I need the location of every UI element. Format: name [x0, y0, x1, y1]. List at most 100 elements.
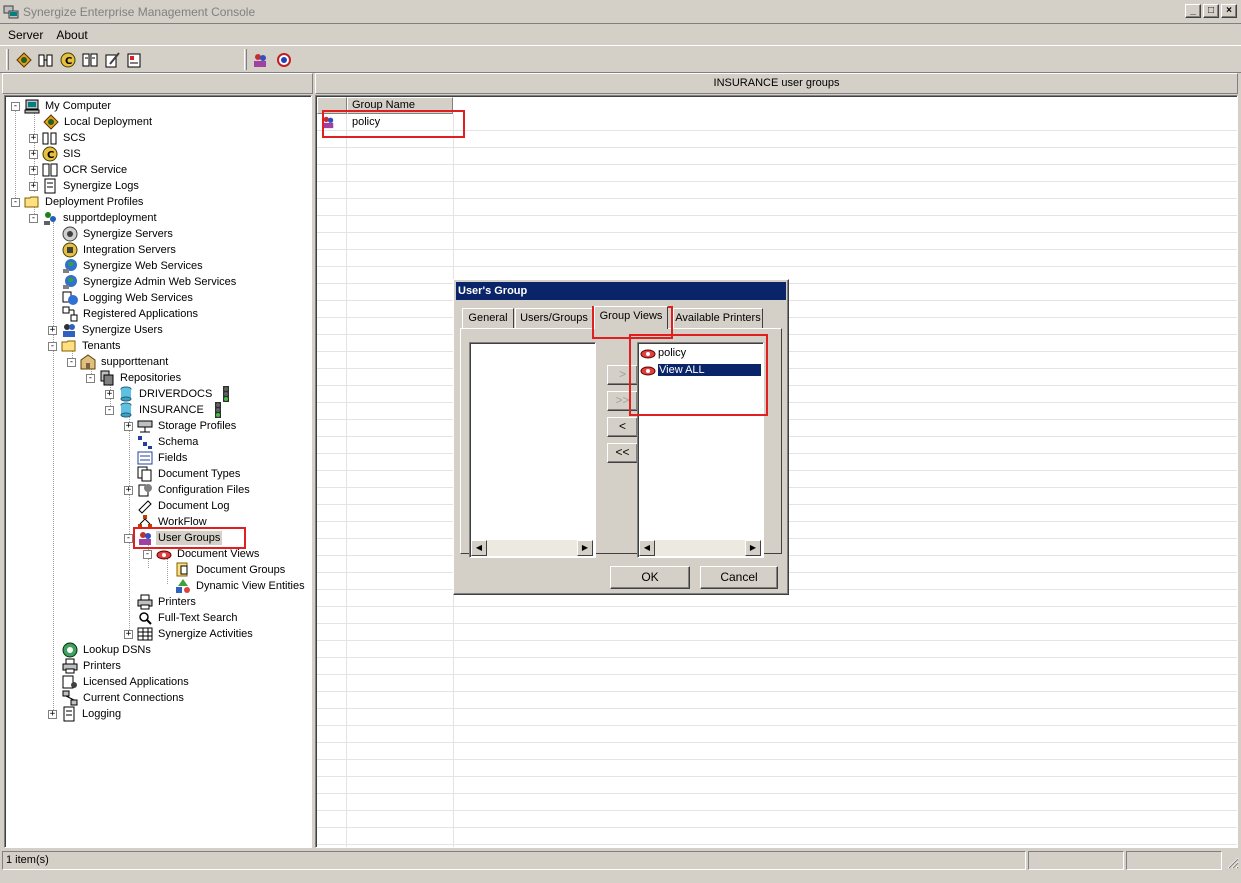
tree-item-licensed-applications[interactable]: Licensed Applications — [62, 674, 191, 690]
collapse-toggle[interactable]: - — [143, 549, 152, 559]
tree-item-integration-servers[interactable]: Integration Servers — [62, 242, 178, 258]
scroll-right-button[interactable]: ▶ — [577, 540, 593, 556]
table-row[interactable]: policy — [317, 114, 1237, 131]
tab-available-printers[interactable]: Available Printers — [673, 308, 763, 328]
tree-item-configuration-files[interactable]: + Configuration Files — [124, 482, 252, 498]
tree-item-dynamic-view-entities[interactable]: Dynamic View Entities — [175, 578, 307, 594]
ok-button[interactable]: OK — [610, 566, 690, 589]
collapse-toggle[interactable]: - — [29, 213, 38, 223]
collapse-toggle[interactable]: - — [124, 533, 133, 543]
resize-grip-icon[interactable] — [1226, 856, 1239, 869]
collapse-toggle[interactable]: - — [86, 373, 95, 383]
menu-about[interactable]: About — [48, 28, 92, 42]
expand-toggle[interactable]: + — [48, 325, 57, 335]
toolbar-grip[interactable] — [244, 49, 247, 70]
tree-item-printers-root[interactable]: Printers — [62, 658, 123, 674]
tab-general[interactable]: General — [462, 308, 514, 328]
tab-group-views[interactable]: Group Views — [594, 306, 668, 329]
tree-item-my-computer[interactable]: - My Computer — [11, 98, 113, 114]
horizontal-scrollbar[interactable]: ◀ ▶ — [471, 540, 593, 556]
collapse-toggle[interactable]: - — [105, 405, 114, 415]
group-name-column-header[interactable]: Group Name — [347, 97, 453, 114]
tree-item-tenants[interactable]: - Tenants — [48, 338, 123, 354]
tree-item-scs[interactable]: + SCS — [29, 130, 88, 146]
tree-item-driverdocs[interactable]: + DRIVERDOCS — [105, 386, 237, 402]
add-all-views-button[interactable]: >> — [607, 391, 638, 411]
tree-item-synergize-logs[interactable]: + Synergize Logs — [29, 178, 141, 194]
remove-view-button[interactable]: < — [607, 417, 638, 437]
deploy-icon[interactable] — [14, 50, 34, 70]
scroll-left-button[interactable]: ◀ — [471, 540, 487, 556]
collapse-toggle[interactable]: - — [11, 197, 20, 207]
document-groups-icon — [176, 562, 188, 577]
profiles-icon[interactable] — [124, 50, 144, 70]
tree-item-ocr-service[interactable]: + OCR Service — [29, 162, 129, 178]
list-item[interactable]: policy — [640, 345, 686, 361]
scroll-left-button[interactable]: ◀ — [639, 540, 655, 556]
expand-toggle[interactable]: + — [105, 389, 114, 399]
add-view-button[interactable]: > — [607, 365, 638, 385]
scroll-right-button[interactable]: ▶ — [745, 540, 761, 556]
expand-toggle[interactable]: + — [29, 181, 38, 191]
tree-item-synergize-admin-web-services[interactable]: Synergize Admin Web Services — [62, 274, 238, 290]
tree-item-user-groups[interactable]: - User Groups — [124, 530, 223, 546]
tree-item-insurance[interactable]: - INSURANCE — [105, 402, 229, 418]
tree-item-storage-profiles[interactable]: + Storage Profiles — [124, 418, 238, 434]
tree-item-synergize-users[interactable]: + Synergize Users — [48, 322, 165, 338]
list-item[interactable]: View ALL — [640, 362, 761, 378]
tab-users-groups[interactable]: Users/Groups — [515, 308, 593, 328]
tree-item-supportdeployment[interactable]: - supportdeployment — [29, 210, 159, 226]
tree-item-synergize-servers[interactable]: Synergize Servers — [62, 226, 175, 242]
icon-column-header[interactable] — [317, 97, 347, 114]
users-icon[interactable] — [250, 50, 270, 70]
available-views-list[interactable]: ◀ ▶ — [469, 342, 596, 558]
menu-server[interactable]: Server — [0, 28, 48, 42]
tree-item-logging-web-services[interactable]: Logging Web Services — [62, 290, 195, 306]
tree-item-synergize-web-services[interactable]: Synergize Web Services — [62, 258, 205, 274]
tree-item-current-connections[interactable]: Current Connections — [62, 690, 186, 706]
remove-all-views-button[interactable]: << — [607, 443, 638, 463]
assigned-views-list[interactable]: policy View ALL ◀ ▶ — [637, 342, 764, 558]
tree-item-sis[interactable]: + C SIS — [29, 146, 83, 162]
logs-icon[interactable] — [102, 50, 122, 70]
collapse-toggle[interactable]: - — [67, 357, 76, 367]
tree-item-fields[interactable]: Fields — [137, 450, 189, 466]
cancel-button[interactable]: Cancel — [700, 566, 778, 589]
expand-toggle[interactable]: + — [124, 421, 133, 431]
scs-icon[interactable] — [36, 50, 56, 70]
tree-item-logging[interactable]: + Logging — [48, 706, 123, 722]
tree-item-document-log[interactable]: Document Log — [137, 498, 232, 514]
expand-toggle[interactable]: + — [29, 149, 38, 159]
tree-item-deployment-profiles[interactable]: - Deployment Profiles — [11, 194, 145, 210]
close-button[interactable]: × — [1221, 4, 1237, 18]
empty-row — [317, 199, 1237, 216]
connections-icon[interactable] — [274, 50, 294, 70]
tree-item-repositories[interactable]: - Repositories — [86, 370, 183, 386]
tree-item-local-deployment[interactable]: Local Deployment — [43, 114, 154, 130]
expand-toggle[interactable]: + — [124, 485, 133, 495]
expand-toggle[interactable]: + — [124, 629, 133, 639]
tree-item-workflow[interactable]: WorkFlow — [137, 514, 209, 530]
tree-item-document-groups[interactable]: Document Groups — [175, 562, 287, 578]
minimize-button[interactable]: _ — [1185, 4, 1201, 18]
tree-item-document-views[interactable]: - Document Views — [143, 546, 261, 562]
tree-item-full-text-search[interactable]: Full-Text Search — [137, 610, 239, 626]
expand-toggle[interactable]: + — [48, 709, 57, 719]
tree-item-printers[interactable]: Printers — [137, 594, 198, 610]
tree-item-supporttenant[interactable]: - supporttenant — [67, 354, 170, 370]
collapse-toggle[interactable]: - — [48, 341, 57, 351]
collapse-toggle[interactable]: - — [11, 101, 20, 111]
tree-item-lookup-dsns[interactable]: Lookup DSNs — [62, 642, 153, 658]
tree-item-document-types[interactable]: Document Types — [137, 466, 242, 482]
expand-toggle[interactable]: + — [29, 165, 38, 175]
ocr-icon[interactable] — [80, 50, 100, 70]
tree-item-registered-applications[interactable]: Registered Applications — [62, 306, 200, 322]
toolbar-grip[interactable] — [6, 49, 9, 70]
sis-icon[interactable]: C — [58, 50, 78, 70]
empty-row — [317, 726, 1237, 743]
horizontal-scrollbar[interactable]: ◀ ▶ — [639, 540, 761, 556]
tree-item-schema[interactable]: Schema — [137, 434, 200, 450]
tree-item-synergize-activities[interactable]: + Synergize Activities — [124, 626, 255, 642]
maximize-button[interactable]: □ — [1203, 4, 1219, 18]
expand-toggle[interactable]: + — [29, 133, 38, 143]
